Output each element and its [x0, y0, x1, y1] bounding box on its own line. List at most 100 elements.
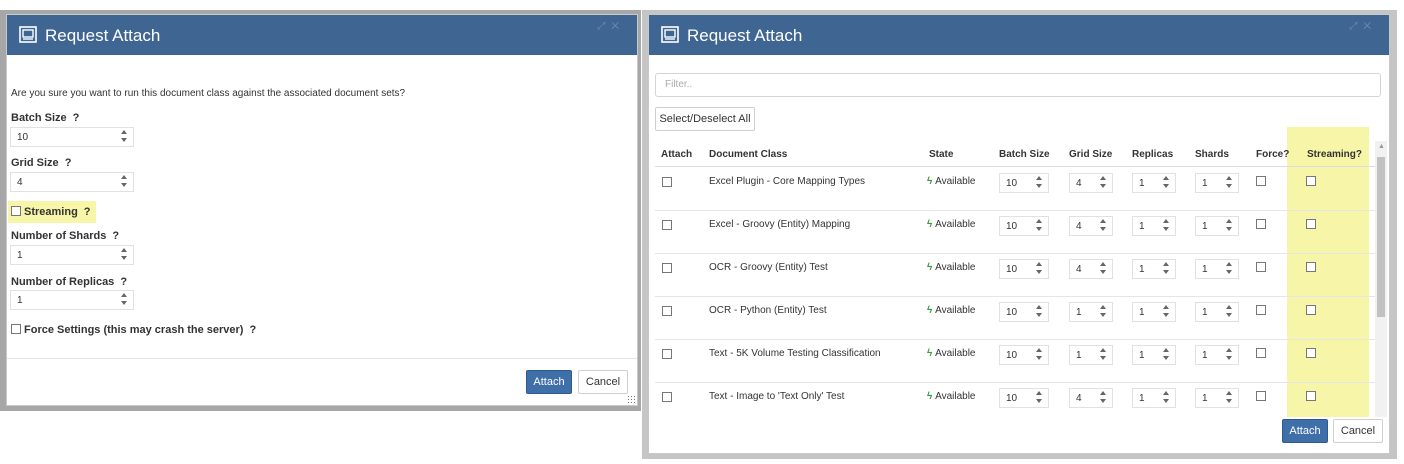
shards-input[interactable]: 1 — [1195, 345, 1239, 365]
spinner-arrows-icon[interactable] — [1163, 218, 1169, 232]
maximize-icon[interactable]: ⤢ — [1349, 21, 1363, 32]
force-settings-checkbox[interactable] — [11, 324, 21, 334]
spinner-arrows-icon[interactable] — [1100, 304, 1106, 318]
help-icon[interactable]: ? — [65, 157, 72, 169]
table-scrollbar[interactable]: ▲ — [1375, 141, 1387, 417]
shards-input[interactable]: 1 — [1195, 388, 1239, 408]
spinner-arrows-icon[interactable] — [1163, 347, 1169, 361]
batch-size-input[interactable]: 10 — [999, 345, 1049, 365]
streaming-checkbox[interactable] — [1306, 305, 1316, 315]
grid-size-input[interactable]: 1 — [1069, 302, 1113, 322]
spinner-arrows-icon[interactable] — [1100, 261, 1106, 275]
replicas-input[interactable]: 1 — [1132, 388, 1176, 408]
help-icon[interactable]: ? — [73, 112, 80, 124]
shards-input[interactable]: 1 — [1195, 259, 1239, 279]
cancel-button[interactable]: Cancel — [1333, 419, 1383, 443]
batch-size-input[interactable]: 10 — [10, 127, 134, 147]
grid-size-input[interactable]: 4 — [10, 172, 134, 192]
state-cell: ϟ Available — [927, 176, 976, 187]
replicas-input[interactable]: 1 — [1132, 173, 1176, 193]
force-checkbox[interactable] — [1256, 305, 1266, 315]
filter-input[interactable]: Filter.. — [655, 73, 1381, 97]
attach-button[interactable]: Attach — [1282, 419, 1328, 443]
spinner-arrows-icon[interactable] — [1100, 175, 1106, 189]
attach-button[interactable]: Attach — [526, 370, 572, 394]
shards-input[interactable]: 1 — [1195, 173, 1239, 193]
batch-size-input[interactable]: 10 — [999, 259, 1049, 279]
grid-size-input[interactable]: 4 — [1069, 173, 1113, 193]
spinner-arrows-icon[interactable] — [121, 247, 127, 261]
select-deselect-all-button[interactable]: Select/Deselect All — [655, 107, 755, 131]
streaming-checkbox[interactable] — [1306, 262, 1316, 272]
batch-size-input[interactable]: 10 — [999, 216, 1049, 236]
maximize-icon[interactable]: ⤢ — [597, 21, 611, 32]
streaming-checkbox[interactable] — [1306, 176, 1316, 186]
attach-checkbox[interactable] — [662, 220, 672, 230]
spinner-arrows-icon[interactable] — [1163, 175, 1169, 189]
help-icon[interactable]: ? — [120, 276, 127, 288]
col-streaming: Streaming? — [1307, 149, 1363, 160]
force-checkbox[interactable] — [1256, 262, 1266, 272]
number-of-replicas-input[interactable]: 1 — [10, 290, 134, 310]
close-icon[interactable]: ✕ — [611, 21, 625, 32]
attach-checkbox[interactable] — [662, 177, 672, 187]
replicas-input[interactable]: 1 — [1132, 216, 1176, 236]
batch-size-input[interactable]: 10 — [999, 388, 1049, 408]
replicas-input[interactable]: 1 — [1132, 302, 1176, 322]
spinner-arrows-icon[interactable] — [1226, 390, 1232, 404]
spinner-arrows-icon[interactable] — [1036, 390, 1042, 404]
spinner-arrows-icon[interactable] — [1100, 218, 1106, 232]
spinner-arrows-icon[interactable] — [121, 292, 127, 306]
spinner-arrows-icon[interactable] — [1036, 347, 1042, 361]
streaming-checkbox[interactable] — [1306, 391, 1316, 401]
batch-size-input[interactable]: 10 — [999, 173, 1049, 193]
shards-input[interactable]: 1 — [1195, 216, 1239, 236]
attach-checkbox[interactable] — [662, 306, 672, 316]
spinner-arrows-icon[interactable] — [1163, 261, 1169, 275]
resize-grip-icon[interactable] — [627, 395, 635, 403]
right-dialog-titlebar[interactable]: Request Attach ⤢✕ — [649, 15, 1389, 55]
force-checkbox[interactable] — [1256, 391, 1266, 401]
left-dialog-titlebar[interactable]: Request Attach ⤢✕ — [7, 15, 637, 55]
help-icon[interactable]: ? — [249, 324, 256, 336]
attach-checkbox[interactable] — [662, 263, 672, 273]
spinner-arrows-icon[interactable] — [1036, 261, 1042, 275]
spinner-arrows-icon[interactable] — [1226, 175, 1232, 189]
attach-checkbox[interactable] — [662, 392, 672, 402]
spinner-arrows-icon[interactable] — [1036, 218, 1042, 232]
scrollbar-thumb[interactable] — [1377, 157, 1385, 317]
grid-size-input[interactable]: 4 — [1069, 216, 1113, 236]
spinner-arrows-icon[interactable] — [1226, 261, 1232, 275]
force-checkbox[interactable] — [1256, 348, 1266, 358]
spinner-arrows-icon[interactable] — [1163, 304, 1169, 318]
help-icon[interactable]: ? — [112, 230, 119, 242]
batch-size-input[interactable]: 10 — [999, 302, 1049, 322]
replicas-input[interactable]: 1 — [1132, 259, 1176, 279]
spinner-arrows-icon[interactable] — [121, 129, 127, 143]
spinner-arrows-icon[interactable] — [1036, 304, 1042, 318]
shards-input[interactable]: 1 — [1195, 302, 1239, 322]
streaming-checkbox[interactable] — [1306, 348, 1316, 358]
cancel-button[interactable]: Cancel — [578, 370, 628, 394]
spinner-arrows-icon[interactable] — [1163, 390, 1169, 404]
force-checkbox[interactable] — [1256, 219, 1266, 229]
streaming-checkbox[interactable] — [1306, 219, 1316, 229]
grid-size-input[interactable]: 4 — [1069, 259, 1113, 279]
spinner-arrows-icon[interactable] — [1226, 304, 1232, 318]
spinner-arrows-icon[interactable] — [1100, 347, 1106, 361]
scroll-up-icon[interactable]: ▲ — [1378, 143, 1385, 150]
spinner-arrows-icon[interactable] — [121, 174, 127, 188]
grid-size-input[interactable]: 4 — [1069, 388, 1113, 408]
number-of-shards-input[interactable]: 1 — [10, 245, 134, 265]
replicas-input[interactable]: 1 — [1132, 345, 1176, 365]
spinner-arrows-icon[interactable] — [1226, 347, 1232, 361]
spinner-arrows-icon[interactable] — [1226, 218, 1232, 232]
attach-checkbox[interactable] — [662, 349, 672, 359]
spinner-arrows-icon[interactable] — [1100, 390, 1106, 404]
close-icon[interactable]: ✕ — [1363, 21, 1377, 32]
streaming-checkbox[interactable] — [11, 206, 21, 216]
spinner-arrows-icon[interactable] — [1036, 175, 1042, 189]
force-checkbox[interactable] — [1256, 176, 1266, 186]
help-icon[interactable]: ? — [84, 206, 91, 218]
grid-size-input[interactable]: 1 — [1069, 345, 1113, 365]
